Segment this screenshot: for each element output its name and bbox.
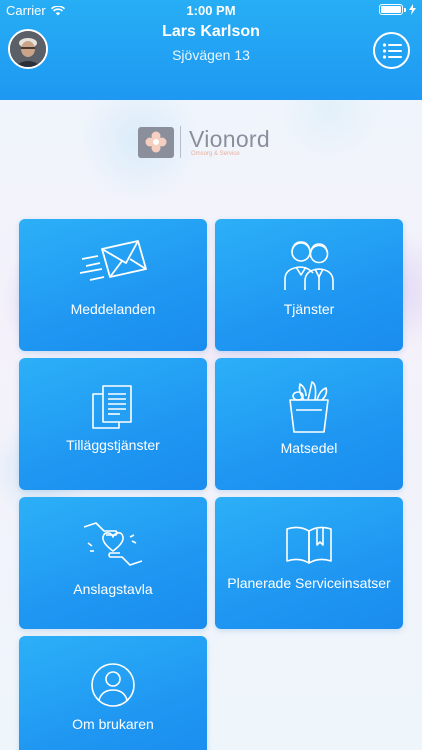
user-address: Sjövägen 13	[172, 47, 250, 63]
battery-icon	[379, 4, 416, 15]
app-header: Carrier 1:00 PM Lars Karlson Sjövägen 13	[0, 0, 422, 100]
tile-label-matsedel: Matsedel	[280, 440, 338, 456]
status-bar: Carrier 1:00 PM	[0, 0, 422, 22]
tile-label-tillaggstjanster: Tilläggstjänster	[66, 437, 160, 453]
book-icon	[286, 526, 332, 564]
logo-name: Vionord	[189, 126, 270, 152]
tile-label-om-brukaren: Om brukaren	[72, 716, 154, 732]
logo-tagline: Omsorg & Service	[191, 151, 240, 157]
tile-tjanster[interactable]: Tjänster	[215, 219, 403, 351]
documents-icon	[92, 385, 132, 429]
menu-button[interactable]	[373, 32, 410, 69]
people-icon	[284, 241, 334, 290]
envelope-icon	[79, 240, 147, 281]
tile-label-planerade-serviceinsatser: Planerade Serviceinsatser	[227, 575, 391, 591]
tile-label-tjanster: Tjänster	[283, 301, 335, 317]
logo-divider	[180, 126, 181, 158]
flower-logo-icon	[138, 126, 174, 158]
tile-planerade-serviceinsatser[interactable]: Planerade Serviceinsatser	[215, 497, 403, 629]
list-menu-icon	[382, 42, 402, 59]
tile-label-meddelanden: Meddelanden	[70, 301, 156, 317]
tile-tillaggstjanster[interactable]: Tilläggstjänster	[19, 358, 207, 490]
person-icon	[91, 663, 135, 707]
status-time: 1:00 PM	[186, 3, 236, 18]
tile-matsedel[interactable]: Matsedel	[215, 358, 403, 490]
tile-anslagstavla[interactable]: Anslagstavla	[19, 497, 207, 629]
grocery-bag-icon	[289, 381, 329, 433]
tile-meddelanden[interactable]: Meddelanden	[19, 219, 207, 351]
hands-heart-icon	[83, 522, 143, 566]
tile-label-anslagstavla: Anslagstavla	[73, 581, 153, 597]
user-name: Lars Karlson	[162, 23, 260, 40]
vionord-logo: Vionord Omsorg & Service	[138, 124, 288, 160]
tile-om-brukaren[interactable]: Om brukaren	[19, 636, 207, 750]
